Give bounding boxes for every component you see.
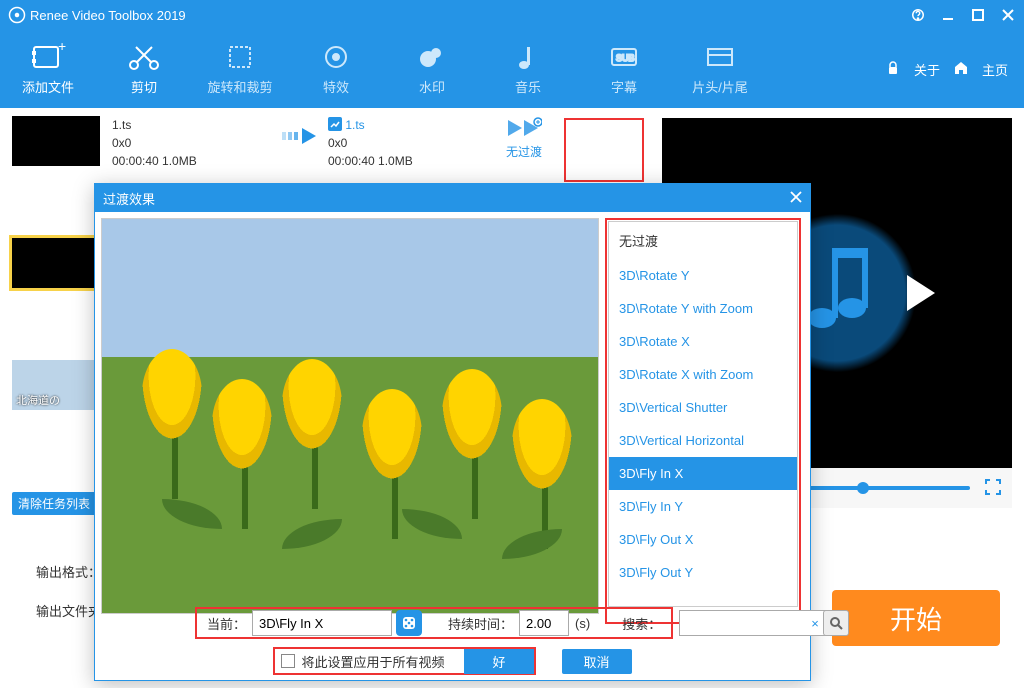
- tool-label: 水印: [419, 77, 445, 96]
- duration-input[interactable]: [519, 610, 569, 636]
- tool-rotate-crop[interactable]: 旋转和裁剪: [192, 43, 288, 96]
- transition-option[interactable]: 3D\Rotate X: [609, 325, 797, 358]
- home-link[interactable]: 主页: [982, 60, 1008, 79]
- dialog-title: 过渡效果: [103, 189, 155, 208]
- transition-option[interactable]: 3D\Fly Out X: [609, 523, 797, 556]
- close-icon[interactable]: [1000, 7, 1016, 23]
- app-logo-icon: [8, 6, 26, 24]
- crop-icon: [222, 43, 258, 73]
- apply-all-checkbox[interactable]: [281, 654, 295, 668]
- transition-option[interactable]: 3D\Vertical Shutter: [609, 391, 797, 424]
- file-row[interactable]: 1.ts0x000:00:40 1.0MB 1.ts 0x000:00:40 1…: [12, 116, 640, 176]
- transition-dialog: 过渡效果 无过渡3D\Rotate Y3D\Rotate Y with Zoom…: [94, 183, 811, 681]
- tool-add-file[interactable]: + 添加文件: [0, 43, 96, 96]
- search-label: 搜索：: [616, 614, 667, 633]
- tool-label: 音乐: [515, 77, 541, 96]
- thumbnail: 北海道の: [12, 360, 100, 410]
- search-input[interactable]: [679, 610, 829, 636]
- transition-button[interactable]: 无过渡: [488, 116, 560, 160]
- tool-watermark[interactable]: 水印: [384, 43, 480, 96]
- cancel-button[interactable]: 取消: [562, 649, 632, 674]
- thumbnail: [12, 116, 100, 166]
- duration-unit: (s): [569, 616, 596, 631]
- output-settings: 输出格式： 输出文件夹: [36, 562, 101, 640]
- transition-option[interactable]: 3D\Fly In Y: [609, 490, 797, 523]
- music-icon: [510, 43, 546, 73]
- dice-icon[interactable]: [396, 610, 422, 636]
- transition-option[interactable]: 3D\Fly Out Y: [609, 556, 797, 589]
- svg-text:+: +: [58, 43, 66, 54]
- transition-option[interactable]: 3D\Vertical Horizontal: [609, 424, 797, 457]
- titlebar: Renee Video Toolbox 2019: [0, 0, 1024, 30]
- transition-option[interactable]: 3D\Rotate Y: [609, 259, 797, 292]
- tool-subtitle[interactable]: SUB 字幕: [576, 43, 672, 96]
- search-icon[interactable]: [823, 610, 849, 636]
- tool-label: 特效: [323, 77, 349, 96]
- close-icon[interactable]: [790, 191, 802, 206]
- current-label: 当前：: [201, 614, 252, 633]
- transition-option[interactable]: 无过渡: [609, 222, 797, 259]
- transition-icon: [506, 116, 542, 140]
- thumbnail: [12, 238, 100, 288]
- clear-task-list-button[interactable]: 清除任务列表: [12, 492, 96, 515]
- tool-label: 字幕: [611, 77, 637, 96]
- subtitle-icon: SUB: [606, 43, 642, 73]
- duration-label: 持续时间：: [442, 614, 519, 633]
- tool-effects[interactable]: 特效: [288, 43, 384, 96]
- ok-button[interactable]: 好: [464, 649, 533, 674]
- headtail-icon: [702, 43, 738, 73]
- app-title: Renee Video Toolbox 2019: [30, 8, 910, 23]
- main-toolbar: + 添加文件 剪切 旋转和裁剪 特效 水印 音乐 SUB 字幕 片头/片尾 关于…: [0, 30, 1024, 108]
- svg-text:SUB: SUB: [616, 53, 635, 63]
- transition-preview: [101, 218, 599, 614]
- tool-label: 旋转和裁剪: [207, 77, 272, 96]
- add-file-icon: +: [30, 43, 66, 73]
- tool-cut[interactable]: 剪切: [96, 43, 192, 96]
- help-icon[interactable]: [910, 7, 926, 23]
- home-icon[interactable]: [954, 61, 968, 78]
- tool-music[interactable]: 音乐: [480, 43, 576, 96]
- apply-all-label: 将此设置应用于所有视频: [301, 652, 454, 671]
- tool-label: 添加文件: [22, 77, 74, 96]
- effects-icon: [318, 43, 354, 73]
- transition-list[interactable]: 无过渡3D\Rotate Y3D\Rotate Y with Zoom3D\Ro…: [608, 221, 798, 607]
- watermark-icon: [414, 43, 450, 73]
- lock-icon[interactable]: [886, 61, 900, 78]
- output-folder-label: 输出文件夹: [36, 601, 101, 620]
- tool-label: 片头/片尾: [692, 77, 748, 96]
- dest-meta: 1.ts 0x000:00:40 1.0MB: [328, 116, 488, 170]
- tool-label: 剪切: [131, 77, 157, 96]
- current-input[interactable]: [252, 610, 392, 636]
- clear-search-icon[interactable]: ×: [811, 616, 819, 631]
- minimize-icon[interactable]: [940, 7, 956, 23]
- fullscreen-icon[interactable]: [984, 478, 1002, 499]
- transition-option[interactable]: 3D\Rotate X with Zoom: [609, 358, 797, 391]
- dialog-titlebar: 过渡效果: [95, 184, 810, 212]
- scissors-icon: [126, 43, 162, 73]
- output-format-label: 输出格式：: [36, 562, 101, 581]
- transition-option[interactable]: 3D\Fly In X: [609, 457, 797, 490]
- tool-head-tail[interactable]: 片头/片尾: [672, 43, 768, 96]
- transition-option[interactable]: 3D\Rotate Y with Zoom: [609, 292, 797, 325]
- maximize-icon[interactable]: [970, 7, 986, 23]
- arrow-icon: [272, 116, 328, 156]
- about-link[interactable]: 关于: [914, 60, 940, 79]
- highlight-box: [564, 118, 644, 182]
- source-meta: 1.ts0x000:00:40 1.0MB: [112, 116, 272, 170]
